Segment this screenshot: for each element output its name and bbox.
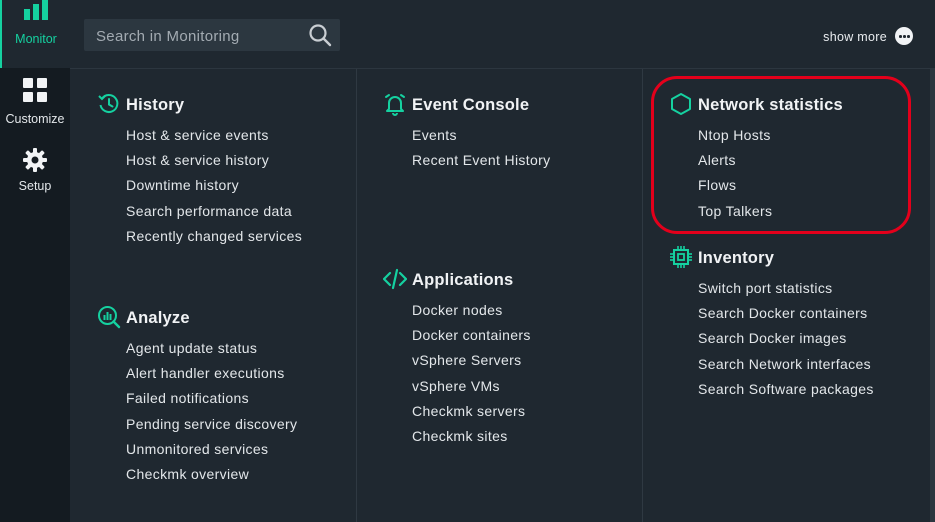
inventory-item[interactable]: Switch port statistics <box>643 276 928 301</box>
nav-monitor[interactable]: Monitor <box>0 0 70 68</box>
left-navigation: Monitor Customize Setup <box>0 0 70 522</box>
topic-analyze-header: Analyze <box>71 306 356 332</box>
inventory-item[interactable]: Search Network interfaces <box>643 352 928 377</box>
show-more-toggle[interactable]: show more <box>823 27 913 46</box>
topic-inventory-title: Inventory <box>698 249 775 267</box>
topic-event-console: Event Console Events Recent Event History <box>357 93 642 173</box>
show-more-label: show more <box>823 30 887 44</box>
applications-item[interactable]: vSphere Servers <box>357 348 642 373</box>
analyze-item[interactable]: Checkmk overview <box>71 462 356 487</box>
chip-icon <box>670 246 692 268</box>
code-icon <box>383 268 407 290</box>
hexagon-icon <box>671 93 691 115</box>
inventory-item[interactable]: Search Docker containers <box>643 301 928 326</box>
topic-history: History Host & service events Host & serv… <box>71 93 356 249</box>
analyze-icon <box>98 306 121 329</box>
applications-item[interactable]: Checkmk servers <box>357 399 642 424</box>
analyze-item[interactable]: Pending service discovery <box>71 412 356 437</box>
network-statistics-item[interactable]: Flows <box>643 173 928 198</box>
nav-customize[interactable]: Customize <box>0 78 70 126</box>
network-statistics-item-list: Ntop Hosts Alerts Flows Top Talkers <box>643 123 928 224</box>
topic-applications: Applications Docker nodes Docker containe… <box>357 268 642 449</box>
history-item[interactable]: Host & service history <box>71 148 356 173</box>
topic-inventory-header: Inventory <box>643 246 928 272</box>
analyze-item[interactable]: Agent update status <box>71 336 356 361</box>
nav-setup-label: Setup <box>18 179 52 193</box>
search-box <box>84 19 340 53</box>
topic-history-title: History <box>126 96 185 114</box>
applications-item-list: Docker nodes Docker containers vSphere Ser… <box>357 298 642 449</box>
topic-analyze-title: Analyze <box>126 309 190 327</box>
applications-item[interactable]: vSphere VMs <box>357 374 642 399</box>
bell-icon <box>385 94 405 116</box>
history-item[interactable]: Search performance data <box>71 199 356 224</box>
topic-network-statistics: Network statistics Ntop Hosts Alerts Flows… <box>643 93 928 224</box>
search-input[interactable] <box>94 19 303 53</box>
menu-column-1: History Host & service events Host & serv… <box>71 69 357 522</box>
nav-setup[interactable]: Setup <box>0 147 70 193</box>
menu-column-2: Event Console Events Recent Event History… <box>357 69 643 522</box>
history-icon <box>98 94 119 113</box>
nav-customize-label: Customize <box>5 112 65 126</box>
topic-network-statistics-title: Network statistics <box>698 96 843 114</box>
applications-item[interactable]: Checkmk sites <box>357 424 642 449</box>
inventory-item-list: Switch port statistics Search Docker cont… <box>643 276 928 402</box>
analyze-item-list: Agent update status Alert handler executi… <box>71 336 356 487</box>
analyze-item[interactable]: Failed notifications <box>71 386 356 411</box>
topic-applications-header: Applications <box>357 268 642 294</box>
history-item[interactable]: Recently changed services <box>71 224 356 249</box>
topic-network-statistics-header: Network statistics <box>643 93 928 119</box>
event-console-item[interactable]: Events <box>357 123 642 148</box>
topic-applications-title: Applications <box>412 271 514 289</box>
topic-event-console-title: Event Console <box>412 96 530 114</box>
applications-item[interactable]: Docker nodes <box>357 298 642 323</box>
grid-icon <box>23 78 47 102</box>
event-console-item[interactable]: Recent Event History <box>357 148 642 173</box>
network-statistics-item[interactable]: Top Talkers <box>643 199 928 224</box>
bar-chart-icon <box>24 0 48 20</box>
history-item-list: Host & service events Host & service hist… <box>71 123 356 249</box>
gear-icon <box>23 148 47 172</box>
nav-monitor-label: Monitor <box>15 32 57 46</box>
network-statistics-item[interactable]: Ntop Hosts <box>643 123 928 148</box>
applications-item[interactable]: Docker containers <box>357 323 642 348</box>
inventory-item[interactable]: Search Software packages <box>643 377 928 402</box>
topbar: show more <box>70 0 935 69</box>
menu-column-3: Network statistics Ntop Hosts Alerts Flows… <box>643 69 928 522</box>
topic-event-console-header: Event Console <box>357 93 642 119</box>
analyze-item[interactable]: Unmonitored services <box>71 437 356 462</box>
scrollbar[interactable] <box>930 69 935 522</box>
topic-analyze: Analyze Agent update status Alert handler… <box>71 306 356 487</box>
event-console-item-list: Events Recent Event History <box>357 123 642 173</box>
more-dots-icon[interactable] <box>895 27 913 45</box>
search-icon[interactable] <box>308 23 332 47</box>
network-statistics-item[interactable]: Alerts <box>643 148 928 173</box>
inventory-item[interactable]: Search Docker images <box>643 326 928 351</box>
history-item[interactable]: Host & service events <box>71 123 356 148</box>
topic-history-header: History <box>71 93 356 119</box>
history-item[interactable]: Downtime history <box>71 173 356 198</box>
analyze-item[interactable]: Alert handler executions <box>71 361 356 386</box>
topic-inventory: Inventory Switch port statistics Search D… <box>643 246 928 402</box>
